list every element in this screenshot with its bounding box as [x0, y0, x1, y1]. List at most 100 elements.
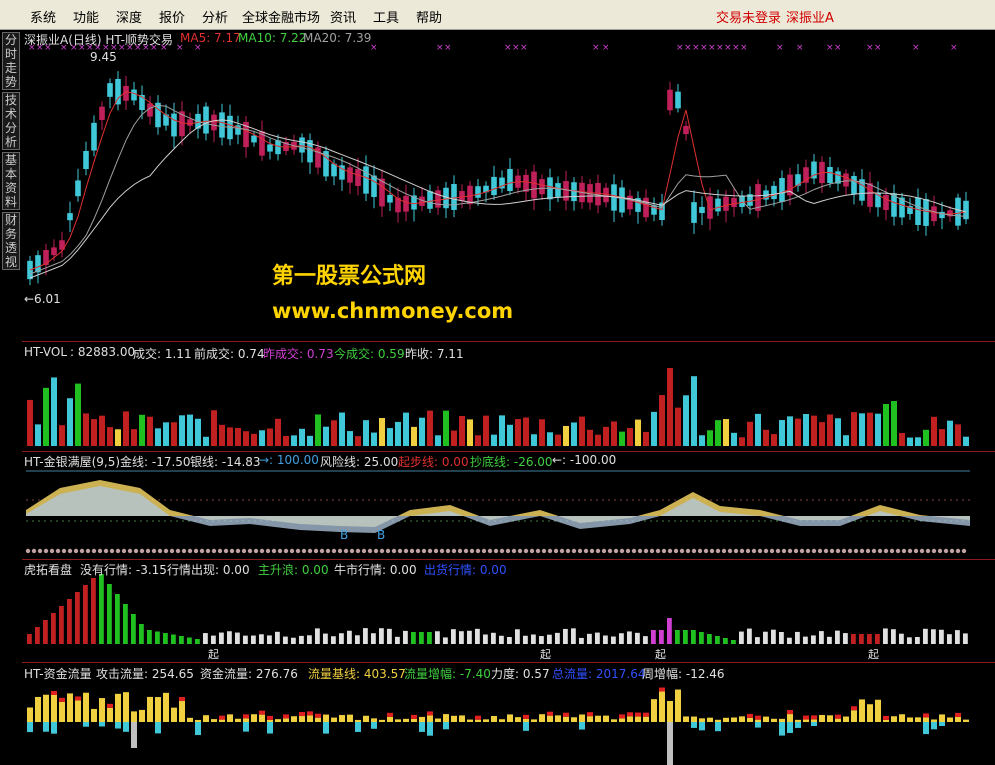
signal-dot	[103, 548, 109, 554]
watermark-url: www.chnmoney.com	[272, 299, 514, 323]
tiger-bar	[483, 634, 488, 644]
tiger-bar	[283, 636, 288, 644]
tiger-chuxian: 行情出现: 0.00	[167, 563, 250, 577]
signal-dot	[151, 548, 157, 554]
signal-dot	[193, 548, 199, 554]
fund-bar-top	[811, 715, 817, 720]
tiger-bar	[907, 637, 912, 644]
menu-tools[interactable]: 工具	[373, 7, 399, 26]
vol-chengjiao: 成交: 1.11	[133, 347, 192, 361]
menu-global-market[interactable]: 全球金融市场	[242, 7, 320, 26]
fund-bar	[59, 701, 65, 722]
tiger-bar	[355, 635, 360, 644]
vol-zuochengjiao: 昨成交: 0.73	[263, 347, 334, 361]
fund-bar	[267, 719, 273, 722]
tiger-bar	[491, 632, 496, 644]
menu-news[interactable]: 资讯	[330, 7, 356, 26]
fund-bar	[659, 691, 665, 722]
tiger-bar	[411, 632, 416, 644]
fund-bars-group	[27, 687, 969, 765]
signal-dot	[679, 548, 685, 554]
x-mark: ×	[684, 43, 692, 53]
x-mark: ×	[776, 43, 784, 53]
tiger-bar	[755, 637, 760, 644]
candle-body	[115, 78, 121, 105]
tiger-bar	[171, 634, 176, 644]
tiger-bar	[475, 628, 480, 644]
fund-bar	[291, 716, 297, 722]
volume-bar	[179, 415, 185, 446]
fund-bar-top	[307, 711, 313, 716]
tiger-chuhuo: 出货行情: 0.00	[424, 563, 507, 577]
menu-system[interactable]: 系统	[30, 7, 56, 26]
signal-dot	[265, 548, 271, 554]
ma5-label: MA5: 7.17	[180, 31, 241, 45]
fund-bar	[555, 715, 561, 722]
candle-body	[643, 197, 649, 218]
signal-dot	[841, 548, 847, 554]
signal-dot	[955, 548, 961, 554]
fund-bar	[755, 719, 761, 722]
fund-bar	[923, 717, 929, 722]
volume-bar	[875, 413, 881, 446]
tiger-bar	[243, 635, 248, 644]
tiger-bar	[595, 632, 600, 644]
signal-dot	[757, 548, 763, 554]
fund-bar-top	[755, 715, 761, 720]
candles-group	[27, 71, 969, 286]
fund-bar-neg	[355, 722, 361, 732]
signal-dot	[181, 548, 187, 554]
x-mark: ×	[912, 43, 920, 53]
volume-bar	[619, 431, 625, 446]
ma-lines-group	[29, 91, 967, 279]
candle-body	[715, 198, 721, 212]
x-mark: ×	[708, 43, 716, 53]
fund-zhouzeng: 周增幅: -12.46	[642, 667, 725, 681]
volume-bar	[291, 435, 297, 446]
fund-bar	[827, 715, 833, 722]
trade-status[interactable]: 交易未登录	[716, 7, 781, 26]
tiger-bar	[723, 638, 728, 644]
signal-dot	[223, 548, 229, 554]
candle-body	[347, 167, 353, 183]
fund-bar	[163, 692, 169, 722]
signal-dot	[847, 548, 853, 554]
volume-bar	[43, 387, 49, 446]
volume-bar	[195, 418, 201, 446]
menu-quote[interactable]: 报价	[159, 7, 185, 26]
volume-bar	[603, 426, 609, 446]
signal-dot	[943, 548, 949, 554]
gold-arrow-up: →: 100.00	[259, 453, 319, 467]
tiger-bar	[731, 640, 736, 644]
candle-body	[67, 213, 73, 221]
fund-bar-top	[851, 706, 857, 711]
signal-dot	[187, 548, 193, 554]
tiger-bar	[811, 635, 816, 644]
signal-dot	[901, 548, 907, 554]
tiger-bar	[419, 632, 424, 644]
signal-dot	[829, 548, 835, 554]
signal-dot	[625, 548, 631, 554]
signal-dot	[799, 548, 805, 554]
menu-function[interactable]: 功能	[73, 7, 99, 26]
tiger-bar	[523, 635, 528, 644]
tiger-bar	[571, 628, 576, 644]
signal-dot	[55, 548, 61, 554]
tiger-bar	[43, 620, 48, 644]
fund-bar-neg	[27, 722, 33, 733]
tiger-bar	[675, 630, 680, 644]
menu-help[interactable]: 帮助	[416, 7, 442, 26]
menu-analysis[interactable]: 分析	[202, 7, 228, 26]
x-mark: ×	[700, 43, 708, 53]
fund-bar	[787, 714, 793, 722]
fund-bar-neg	[795, 722, 801, 728]
tiger-bar	[331, 636, 336, 644]
tiger-bar	[395, 636, 400, 644]
fund-bar	[539, 714, 545, 722]
tiger-bar	[763, 631, 768, 644]
fund-bar	[851, 710, 857, 722]
tiger-meiyou: 没有行情: -3.15	[80, 563, 167, 577]
tiger-bar	[579, 637, 584, 644]
menu-depth[interactable]: 深度	[116, 7, 142, 26]
signal-dot	[937, 548, 943, 554]
